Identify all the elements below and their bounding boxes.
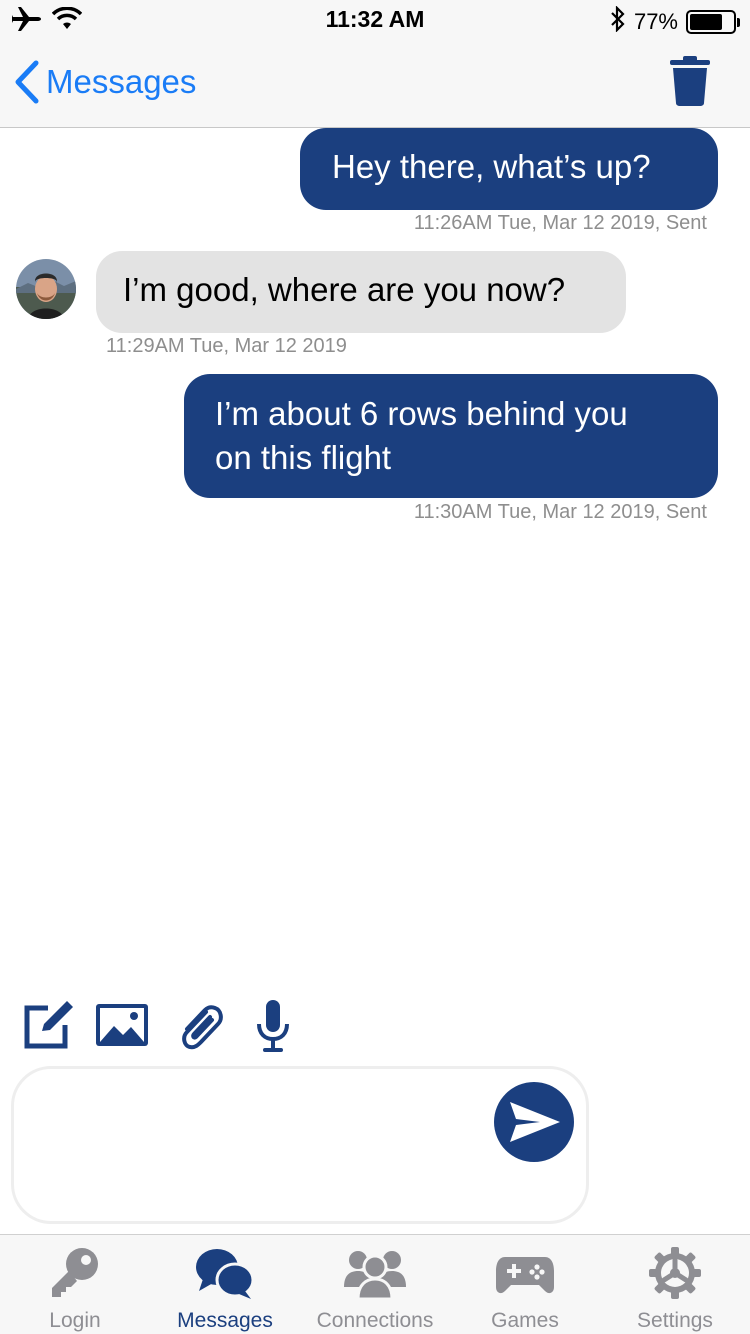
people-icon [300, 1247, 450, 1299]
tab-messages[interactable]: Messages [150, 1235, 300, 1334]
chevron-left-icon [15, 60, 39, 104]
message-bubble-received[interactable]: I’m good, where are you now? [96, 251, 626, 333]
tab-label: Login [49, 1309, 101, 1332]
message-text-line: on this flight [215, 439, 392, 476]
microphone-icon[interactable] [255, 998, 291, 1059]
tab-connections[interactable]: Connections [300, 1235, 450, 1334]
message-bubble-sent[interactable]: Hey there, what’s up? [300, 128, 718, 210]
nav-bar: Messages [0, 40, 750, 128]
tab-label: Messages [177, 1309, 273, 1332]
message-text-line: I’m about 6 rows behind you [215, 395, 628, 432]
avatar[interactable] [16, 259, 76, 319]
paperclip-icon[interactable] [176, 1002, 224, 1057]
key-icon [0, 1247, 150, 1299]
send-button[interactable] [494, 1082, 574, 1162]
tab-label: Connections [316, 1309, 434, 1332]
tab-bar: Login Messages Connections Games Setting… [0, 1234, 750, 1334]
message-meta: 11:29AM Tue, Mar 12 2019 [106, 335, 347, 357]
send-icon [510, 1102, 560, 1142]
message-text: I’m good, where are you now? [123, 271, 566, 308]
message-bubble-sent[interactable]: I’m about 6 rows behind you on this flig… [184, 374, 718, 498]
status-bar: 11:32 AM 77% [0, 0, 750, 40]
bluetooth-icon [610, 5, 626, 38]
tab-label: Settings [637, 1309, 713, 1332]
gear-icon [600, 1247, 750, 1299]
tab-games[interactable]: Games [450, 1235, 600, 1334]
message-text: Hey there, what’s up? [332, 148, 651, 185]
back-label: Messages [46, 63, 197, 100]
chat-bubbles-icon [150, 1247, 300, 1299]
message-meta: 11:30AM Tue, Mar 12 2019, Sent [413, 501, 707, 523]
message-input[interactable] [38, 1089, 488, 1199]
tab-label: Games [491, 1309, 559, 1332]
battery-icon [686, 10, 740, 34]
battery-percent: 77% [633, 9, 678, 34]
trash-icon[interactable] [670, 56, 710, 111]
tab-login[interactable]: Login [0, 1235, 150, 1334]
gamepad-icon [450, 1247, 600, 1299]
tab-settings[interactable]: Settings [600, 1235, 750, 1334]
battery-fill [690, 14, 723, 30]
image-icon[interactable] [96, 1004, 148, 1051]
compose-icon[interactable] [22, 1000, 76, 1055]
message-meta: 11:26AM Tue, Mar 12 2019, Sent [413, 212, 707, 234]
status-right: 77% [610, 5, 740, 38]
back-button[interactable]: Messages [14, 60, 196, 104]
